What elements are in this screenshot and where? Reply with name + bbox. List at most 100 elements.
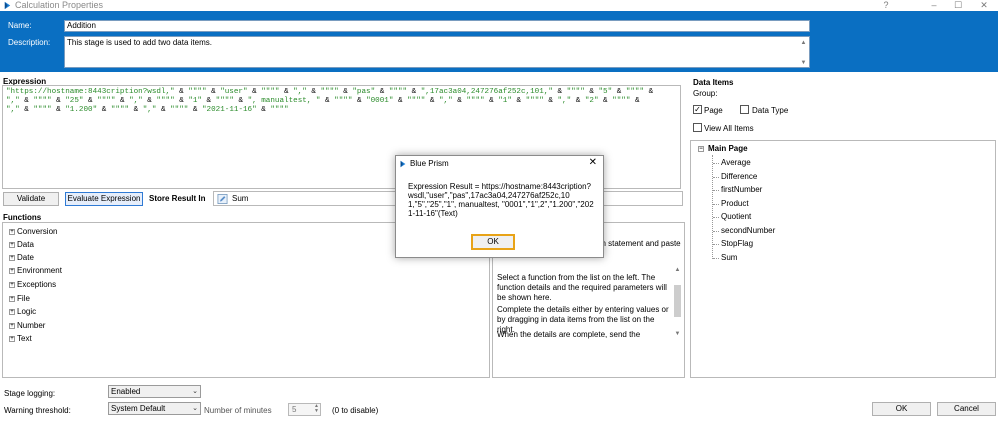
expand-icon[interactable]: + — [9, 335, 15, 342]
description-text: This stage is used to add two data items… — [67, 38, 212, 47]
string-literal: """" — [97, 97, 116, 105]
concat-operator: & — [97, 106, 111, 114]
function-group-exceptions[interactable]: + Exceptions — [9, 280, 56, 289]
view-all-items-checkbox[interactable] — [693, 123, 702, 132]
concat-operator: & — [174, 97, 189, 105]
string-literal: """" — [215, 97, 234, 105]
expand-icon[interactable]: + — [9, 228, 15, 235]
minutes-stepper[interactable]: 5 ▲ ▼ — [288, 403, 321, 416]
concat-operator: & — [338, 88, 353, 96]
data-items-title: Data Items — [693, 78, 734, 87]
string-literal: "," — [129, 97, 143, 105]
function-group-environment[interactable]: + Environment — [9, 266, 62, 275]
function-group-conversion[interactable]: + Conversion — [9, 227, 57, 236]
cancel-button[interactable]: Cancel — [937, 402, 996, 416]
string-literal: ", manualtest, " — [247, 97, 321, 105]
concat-operator: & — [256, 106, 271, 114]
concat-operator: & — [247, 88, 262, 96]
data-item-stopflag[interactable]: StopFlag — [712, 239, 753, 248]
string-literal: "2" — [584, 97, 599, 105]
page-checkbox-label: Page — [704, 106, 723, 115]
function-group-text[interactable]: + Text — [9, 334, 32, 343]
expand-icon[interactable]: + — [9, 267, 15, 274]
ok-button[interactable]: OK — [872, 402, 931, 416]
help-button[interactable]: ? — [876, 0, 896, 11]
help-paragraph-1: Select a function from the list on the l… — [497, 273, 667, 302]
string-literal: "2021-11-16" — [201, 106, 257, 114]
function-group-data[interactable]: + Data — [9, 240, 34, 249]
concat-operator: & — [83, 97, 98, 105]
warning-threshold-select[interactable]: System Default ⌄ — [108, 402, 201, 415]
main-page-node[interactable]: − Main Page — [698, 144, 748, 153]
string-literal: "1" — [498, 97, 512, 105]
string-literal: "," — [438, 97, 453, 105]
group-label: Group: — [693, 89, 718, 98]
data-item-product[interactable]: Product — [713, 199, 749, 208]
store-result-value: Sum — [232, 194, 249, 203]
close-icon[interactable]: ✕ — [589, 158, 597, 168]
concat-operator: & — [612, 88, 626, 96]
evaluate-expression-button[interactable]: Evaluate Expression — [65, 192, 143, 206]
expression-line: "https://hostname:8443cription?wsdl," & … — [6, 88, 677, 97]
description-scrollbar[interactable]: ▲ ▼ — [799, 38, 808, 66]
expand-icon[interactable]: + — [9, 308, 15, 315]
data-item-sum[interactable]: Sum — [712, 253, 737, 262]
help-scrollbar[interactable]: ▲ ▼ — [673, 267, 682, 340]
stepper-arrows-icon[interactable]: ▲ ▼ — [314, 404, 319, 414]
data-item-quotient[interactable]: Quotient — [712, 212, 751, 221]
string-literal: """" — [407, 97, 426, 105]
scroll-down-icon[interactable]: ▼ — [799, 58, 808, 68]
string-literal: """" — [110, 106, 130, 114]
minimize-button[interactable]: – — [924, 0, 944, 11]
expand-icon[interactable]: + — [9, 241, 15, 248]
data-item-difference[interactable]: Difference — [712, 172, 757, 181]
concat-operator: & — [233, 97, 248, 105]
concat-operator: & — [174, 88, 189, 96]
name-label: Name: — [8, 21, 32, 30]
concat-operator: & — [51, 106, 66, 114]
function-group-logic[interactable]: + Logic — [9, 307, 36, 316]
concat-operator: & — [188, 106, 202, 114]
data-item-secondnumber[interactable]: secondNumber — [712, 226, 775, 235]
concat-operator: & — [484, 97, 499, 105]
chevron-down-icon: ⌄ — [192, 388, 198, 395]
concat-operator: & — [630, 97, 640, 105]
function-group-date[interactable]: + Date — [9, 253, 34, 262]
collapse-icon[interactable]: − — [698, 145, 704, 152]
scroll-thumb[interactable] — [674, 285, 681, 317]
title-bar: Calculation Properties ? – ☐ ✕ — [0, 0, 998, 11]
data-type-checkbox[interactable] — [740, 105, 749, 114]
data-item-average[interactable]: Average — [713, 158, 751, 167]
expand-icon[interactable]: + — [9, 281, 15, 288]
description-label: Description: — [8, 38, 51, 47]
minutes-label: Number of minutes — [204, 406, 272, 415]
string-literal: "5" — [598, 88, 613, 96]
function-group-number[interactable]: + Number — [9, 321, 45, 330]
description-input[interactable]: This stage is used to add two data items… — [64, 36, 810, 68]
view-all-items-label: View All Items — [704, 124, 754, 133]
stage-logging-select[interactable]: Enabled ⌄ — [108, 385, 201, 398]
concat-operator: & — [279, 88, 294, 96]
expand-icon[interactable]: + — [9, 322, 15, 329]
chevron-down-icon: ⌄ — [192, 405, 198, 412]
page-checkbox[interactable]: ✓ — [693, 105, 702, 114]
data-items-tree[interactable]: − Main Page Average Difference firstNumbe… — [690, 140, 996, 378]
maximize-button[interactable]: ☐ — [948, 0, 968, 11]
validate-button[interactable]: Validate — [3, 192, 59, 206]
function-group-file[interactable]: + File — [9, 294, 30, 303]
concat-operator: & — [571, 97, 585, 105]
expression-line: "," & """" & "25" & """" & "," & """" & … — [6, 97, 677, 106]
name-input[interactable]: Addition — [64, 20, 810, 32]
concat-operator: & — [584, 88, 599, 96]
data-item-firstnumber[interactable]: firstNumber — [712, 185, 762, 194]
scroll-up-icon[interactable]: ▲ — [673, 267, 682, 273]
dialog-ok-button[interactable]: OK — [471, 234, 515, 250]
scroll-up-icon[interactable]: ▲ — [799, 38, 808, 48]
string-literal: """" — [525, 97, 544, 105]
expand-icon[interactable]: + — [9, 295, 15, 302]
expand-icon[interactable]: + — [9, 254, 15, 261]
scroll-down-icon[interactable]: ▼ — [673, 331, 682, 337]
string-literal: """" — [270, 106, 289, 114]
close-button[interactable]: ✕ — [974, 0, 994, 11]
string-literal: """" — [566, 88, 585, 96]
